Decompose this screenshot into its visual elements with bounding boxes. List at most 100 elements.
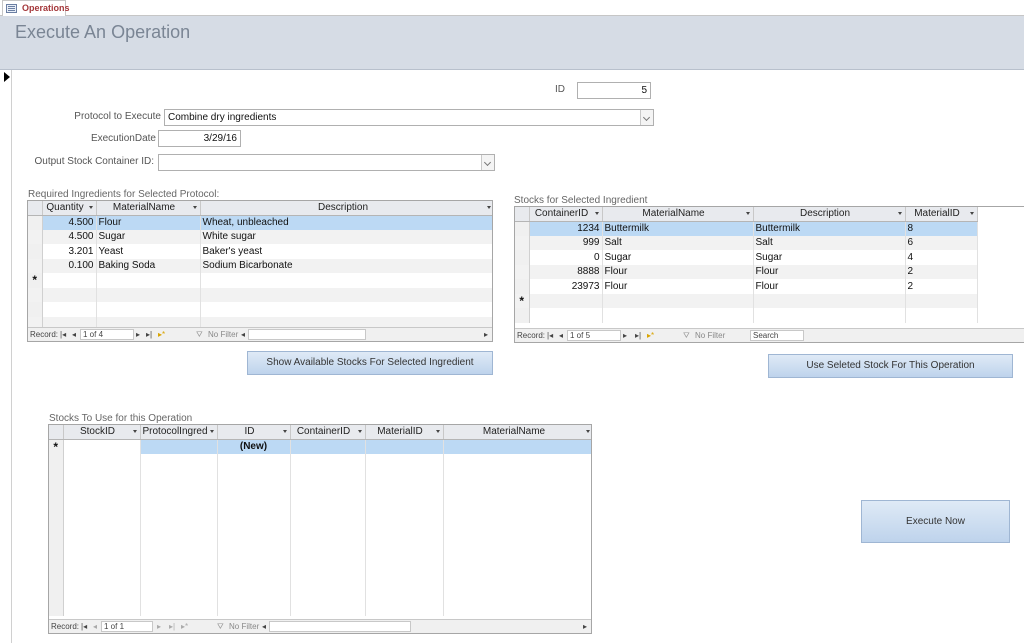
previous-record-icon[interactable]: ◂ <box>559 331 563 340</box>
table-row[interactable]: 4.500 Sugar White sugar <box>28 229 492 244</box>
horizontal-scrollbar[interactable] <box>269 621 411 632</box>
new-record-nav-icon[interactable]: ▸* <box>158 330 165 339</box>
output-container-combo[interactable] <box>158 154 495 171</box>
select-all-cell[interactable] <box>515 207 530 222</box>
first-record-icon[interactable]: |◂ <box>60 330 66 339</box>
show-stocks-button[interactable]: Show Available Stocks For Selected Ingre… <box>247 351 493 375</box>
row-selector[interactable] <box>28 229 43 244</box>
column-header-materialid[interactable]: MaterialID <box>365 425 444 440</box>
filter-status[interactable]: No Filter <box>208 330 238 339</box>
id-field[interactable]: 5 <box>577 82 651 99</box>
column-header-quantity[interactable]: Quantity <box>42 201 97 216</box>
description-cell[interactable]: Flour <box>753 279 906 294</box>
scroll-left-icon[interactable]: ◂ <box>241 330 245 339</box>
table-row[interactable]: 0 Sugar Sugar 4 <box>515 250 978 265</box>
column-header-description[interactable]: Description <box>753 207 906 222</box>
materialid-cell[interactable]: 2 <box>905 264 978 279</box>
table-row[interactable]: 4.500 Flour Wheat, unbleached <box>28 215 492 230</box>
table-row[interactable]: 3.201 Yeast Baker's yeast <box>28 244 492 259</box>
quantity-cell[interactable]: 4.500 <box>42 215 97 230</box>
column-header-materialname[interactable]: MaterialName <box>96 201 201 216</box>
record-selector-bar[interactable] <box>0 70 12 643</box>
column-header-materialname[interactable]: MaterialName <box>443 425 591 440</box>
row-selector[interactable] <box>515 250 530 265</box>
new-record-nav-icon[interactable]: ▸* <box>181 622 188 631</box>
materialname-cell[interactable]: Flour <box>602 279 754 294</box>
new-record-row[interactable]: * <box>28 273 492 288</box>
horizontal-scrollbar[interactable] <box>248 329 366 340</box>
materialname-cell[interactable]: Flour <box>602 264 754 279</box>
quantity-cell[interactable]: 0.100 <box>42 258 97 273</box>
previous-record-icon[interactable]: ◂ <box>72 330 76 339</box>
next-record-icon[interactable]: ▸ <box>157 622 161 631</box>
table-row[interactable]: 999 Salt Salt 6 <box>515 235 978 250</box>
filter-icon[interactable]: ⛛ <box>217 622 224 632</box>
new-record-nav-icon[interactable]: ▸* <box>647 331 654 340</box>
execution-date-field[interactable]: 3/29/16 <box>158 130 241 147</box>
column-header-protocolingredient[interactable]: ProtocolIngred <box>140 425 218 440</box>
record-position-field[interactable]: 1 of 4 <box>80 329 134 340</box>
containerid-cell[interactable]: 0 <box>529 250 603 265</box>
containerid-cell[interactable]: 23973 <box>529 279 603 294</box>
tab-operations[interactable]: Operations <box>2 0 70 16</box>
row-selector[interactable] <box>28 244 43 259</box>
first-record-icon[interactable]: |◂ <box>547 331 553 340</box>
use-stock-button[interactable]: Use Seleted Stock For This Operation <box>768 354 1013 378</box>
last-record-icon[interactable]: ▸| <box>146 330 152 339</box>
scroll-right-icon[interactable]: ▸ <box>484 330 488 339</box>
stocks-datasheet[interactable]: ContainerID MaterialName Description Mat… <box>514 206 1024 343</box>
new-record-row[interactable]: * (New) <box>49 439 591 454</box>
ingredients-datasheet[interactable]: Quantity MaterialName Description 4.500 … <box>27 200 493 342</box>
materialname-cell[interactable]: Buttermilk <box>602 221 754 236</box>
materialname-cell[interactable]: Baking Soda <box>96 258 201 273</box>
column-header-description[interactable]: Description <box>200 201 492 216</box>
filter-icon[interactable]: ⛛ <box>196 330 203 340</box>
scroll-right-icon[interactable]: ▸ <box>583 622 587 631</box>
scroll-left-icon[interactable]: ◂ <box>262 622 266 631</box>
description-cell[interactable]: Baker's yeast <box>200 244 492 259</box>
materialid-cell[interactable] <box>365 439 444 454</box>
column-header-containerid[interactable]: ContainerID <box>529 207 603 222</box>
protocolingredient-cell[interactable] <box>140 439 218 454</box>
containerid-cell[interactable]: 1234 <box>529 221 603 236</box>
materialid-cell[interactable]: 4 <box>905 250 978 265</box>
previous-record-icon[interactable]: ◂ <box>93 622 97 631</box>
select-all-cell[interactable] <box>49 425 64 440</box>
containerid-cell[interactable] <box>290 439 366 454</box>
row-selector[interactable] <box>515 235 530 250</box>
table-row[interactable]: 0.100 Baking Soda Sodium Bicarbonate <box>28 258 492 273</box>
chevron-down-icon[interactable] <box>481 155 494 170</box>
materialname-cell[interactable] <box>443 439 591 454</box>
column-header-containerid[interactable]: ContainerID <box>290 425 366 440</box>
description-cell[interactable]: Sodium Bicarbonate <box>200 258 492 273</box>
row-selector[interactable] <box>515 279 530 294</box>
filter-status[interactable]: No Filter <box>229 622 259 631</box>
search-field[interactable]: Search <box>750 330 804 341</box>
row-selector[interactable] <box>28 215 43 230</box>
chevron-down-icon[interactable] <box>640 110 653 125</box>
description-cell[interactable]: Sugar <box>753 250 906 265</box>
description-cell[interactable]: Wheat, unbleached <box>200 215 492 230</box>
last-record-icon[interactable]: ▸| <box>169 622 175 631</box>
column-header-materialname[interactable]: MaterialName <box>602 207 754 222</box>
last-record-icon[interactable]: ▸| <box>635 331 641 340</box>
materialname-cell[interactable]: Salt <box>602 235 754 250</box>
select-all-cell[interactable] <box>28 201 43 216</box>
filter-status[interactable]: No Filter <box>695 331 725 340</box>
row-selector[interactable] <box>515 264 530 279</box>
row-selector[interactable] <box>515 221 530 236</box>
quantity-cell[interactable]: 4.500 <box>42 229 97 244</box>
containerid-cell[interactable]: 8888 <box>529 264 603 279</box>
column-header-stockid[interactable]: StockID <box>63 425 141 440</box>
next-record-icon[interactable]: ▸ <box>623 331 627 340</box>
materialid-cell[interactable]: 8 <box>905 221 978 236</box>
description-cell[interactable]: Flour <box>753 264 906 279</box>
column-header-id[interactable]: ID <box>217 425 291 440</box>
record-position-field[interactable]: 1 of 1 <box>101 621 153 632</box>
column-header-materialid[interactable]: MaterialID <box>905 207 978 222</box>
protocol-combo[interactable]: Combine dry ingredients <box>164 109 654 126</box>
materialname-cell[interactable]: Sugar <box>96 229 201 244</box>
materialid-cell[interactable]: 6 <box>905 235 978 250</box>
description-cell[interactable]: Buttermilk <box>753 221 906 236</box>
new-record-row[interactable]: * <box>515 293 978 308</box>
